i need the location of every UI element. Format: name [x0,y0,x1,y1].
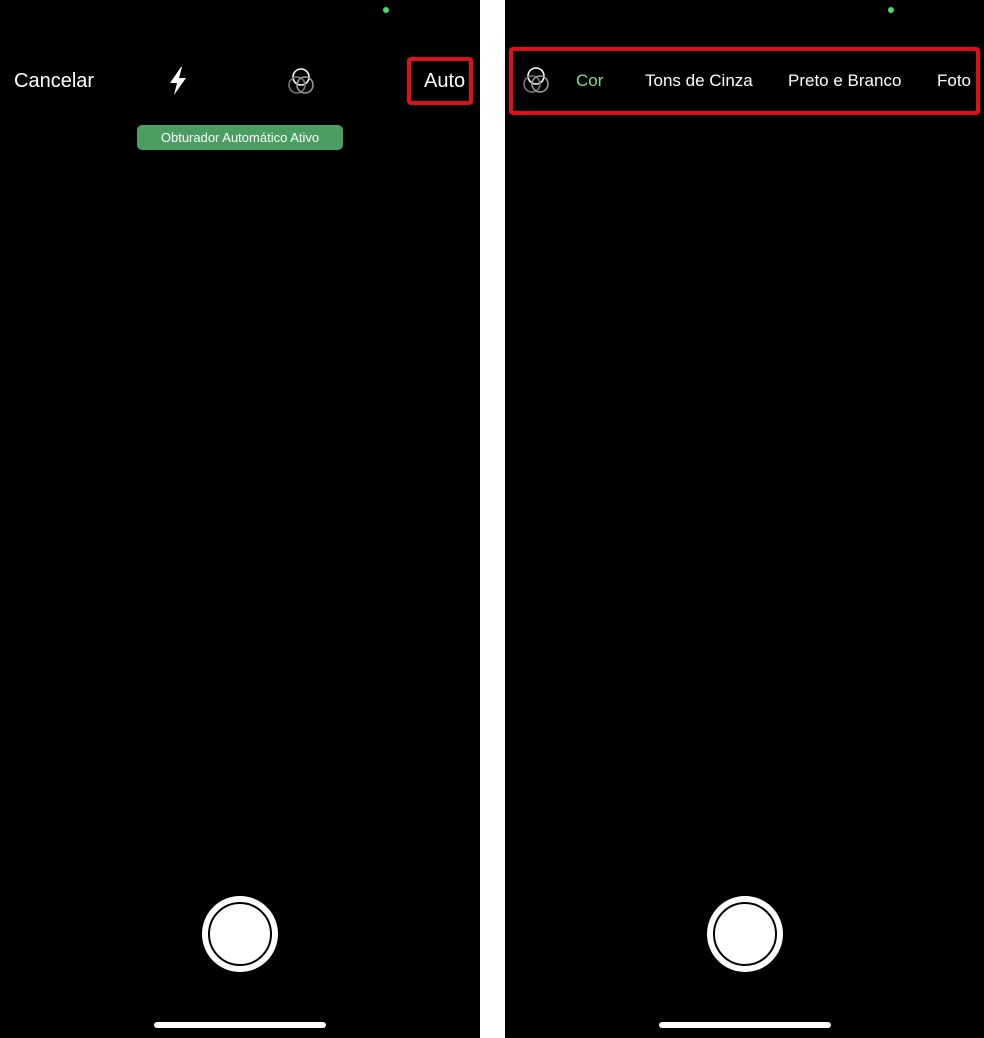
camera-indicator-dot [888,7,894,13]
shutter-button[interactable] [202,896,278,972]
cancel-button[interactable]: Cancelar [14,69,94,93]
camera-screen-right: Cor Tons de Cinza Preto e Branco Foto [505,0,984,1038]
auto-shutter-button[interactable]: Auto [424,69,465,93]
filter-option-foto[interactable]: Foto [937,70,971,92]
filter-option-cor[interactable]: Cor [576,70,603,92]
shutter-inner-ring [713,902,777,966]
filter-circles-icon[interactable] [521,66,553,96]
home-indicator[interactable] [154,1022,326,1028]
flash-icon[interactable] [166,66,190,96]
shutter-button[interactable] [707,896,783,972]
camera-indicator-dot [383,7,389,13]
auto-shutter-toast: Obturador Automático Ativo [137,125,343,150]
filter-option-preto-e-branco[interactable]: Preto e Branco [788,70,901,92]
filter-option-tons-de-cinza[interactable]: Tons de Cinza [645,70,753,92]
home-indicator[interactable] [659,1022,831,1028]
camera-screen-left: Cancelar Auto Obturador Automático Ativo [0,0,480,1038]
filter-circles-icon[interactable] [286,67,318,97]
shutter-inner-ring [208,902,272,966]
